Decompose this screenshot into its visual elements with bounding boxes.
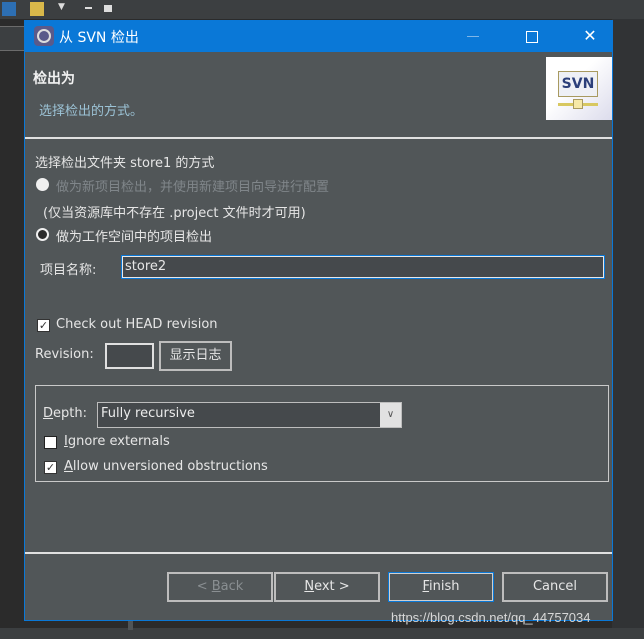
cancel-button[interactable]: Cancel: [502, 572, 608, 602]
project-name-label: 项目名称:: [40, 263, 97, 278]
depth-label: Depth:: [43, 406, 87, 421]
ignore-externals-checkbox[interactable]: [44, 436, 57, 449]
revision-input[interactable]: [105, 343, 154, 369]
eclipse-gear-icon: [34, 26, 54, 46]
checkmark-icon: ✓: [45, 461, 56, 474]
ide-toolbar: ▼: [0, 0, 644, 19]
allow-unversioned-checkbox[interactable]: ✓: [44, 461, 57, 474]
window-title: 从 SVN 检出: [59, 30, 139, 46]
header-separator: [25, 137, 612, 139]
chevron-down-icon[interactable]: ∨: [380, 403, 401, 427]
ide-divider: [128, 620, 133, 630]
watermark: https://blog.csdn.net/qq_44757034: [391, 610, 591, 625]
project-name-input[interactable]: store2: [121, 255, 605, 279]
allow-unversioned-label[interactable]: Allow unversioned obstructions: [64, 459, 268, 474]
title-bar: 从 SVN 检出 ✕: [25, 20, 612, 52]
restore-view-icon[interactable]: [2, 2, 16, 16]
back-button: < Back: [167, 572, 273, 602]
checkout-head-label[interactable]: Check out HEAD revision: [56, 317, 218, 332]
footer-separator: [25, 552, 612, 554]
svn-logo: SVN: [546, 57, 612, 120]
close-button[interactable]: ✕: [567, 20, 613, 52]
minimize-icon: [467, 36, 479, 37]
page-title: 检出为: [33, 71, 75, 87]
next-button[interactable]: Next >: [274, 572, 380, 602]
new-project-note: (仅当资源库中不存在 .project 文件时才可用): [43, 206, 306, 221]
checkout-dialog: 从 SVN 检出 ✕ 检出为 选择检出的方式。 SVN 选择检出文件夹 stor…: [24, 20, 613, 621]
ide-right-panel: [612, 19, 644, 639]
finish-button[interactable]: Finish: [388, 572, 494, 602]
checkout-method-heading: 选择检出文件夹 store1 的方式: [35, 156, 215, 171]
page-description: 选择检出的方式。: [39, 104, 144, 119]
svn-icon[interactable]: [30, 2, 44, 16]
depth-select-value: Fully recursive: [101, 406, 195, 421]
wizard-header: [25, 52, 612, 137]
ignore-externals-label[interactable]: Ignore externals: [64, 434, 170, 449]
maximize-icon: [526, 30, 538, 43]
maximize-view-icon[interactable]: [104, 5, 112, 12]
checkout-head-checkbox[interactable]: ✓: [37, 319, 50, 332]
radio-new-project: [36, 178, 49, 191]
svn-logo-text: SVN: [558, 71, 598, 97]
ide-status-bar: [0, 628, 644, 639]
checkmark-icon: ✓: [38, 319, 49, 332]
radio-new-project-label: 做为新项目检出，并使用新建项目向导进行配置: [56, 180, 330, 195]
radio-workspace-project-label[interactable]: 做为工作空间中的项目检出: [56, 226, 212, 245]
ide-panel-bar: [0, 26, 25, 51]
maximize-button[interactable]: [509, 20, 555, 52]
close-icon: ✕: [583, 26, 597, 45]
radio-workspace-project[interactable]: [36, 228, 49, 241]
minimize-view-icon[interactable]: [85, 7, 92, 9]
revision-label: Revision:: [35, 347, 94, 362]
show-log-button[interactable]: 显示日志: [159, 341, 232, 371]
minimize-button[interactable]: [450, 20, 496, 52]
depth-select[interactable]: Fully recursive ∨: [97, 402, 402, 428]
view-menu-icon[interactable]: ▼: [58, 2, 72, 16]
